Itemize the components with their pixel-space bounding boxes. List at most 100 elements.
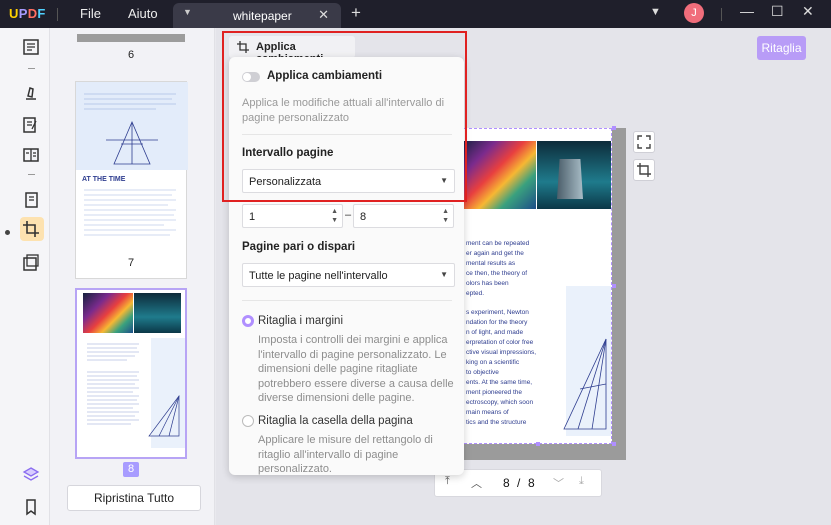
prism-object (557, 159, 583, 199)
page-text-line: ment can be repeated (466, 240, 530, 247)
tab-dropdown-icon[interactable]: ▼ (183, 7, 192, 17)
avatar[interactable]: J (684, 3, 704, 23)
stepper-icon[interactable]: ▲ ▼ (442, 207, 449, 225)
layers-icon[interactable] (22, 466, 40, 484)
first-page-icon[interactable]: ⤒ (445, 475, 450, 488)
page-text-line: main means of (466, 409, 509, 416)
pdf-page[interactable]: ment can be repeated er again and get th… (459, 128, 612, 444)
fit-crop-icon[interactable] (633, 131, 655, 153)
close-window-icon[interactable]: ✕ (802, 3, 814, 20)
prism-photo (460, 141, 536, 209)
page-text-line: to objective (466, 369, 499, 376)
bookmark-icon[interactable] (22, 498, 40, 516)
current-page[interactable]: 8 (503, 476, 510, 490)
page-text-line: ce then, the theory of (466, 270, 528, 277)
crop-handle[interactable] (612, 126, 616, 130)
parity-value: Tutte le pagine nell'intervallo (249, 270, 388, 282)
menu-file[interactable]: File (80, 6, 101, 21)
page-number-6: 6 (127, 49, 135, 61)
page-number-7: 7 (127, 257, 135, 269)
to-page-input[interactable]: 8 ▲ ▼ (353, 204, 454, 228)
titlebar-divider (721, 8, 722, 21)
crop-handle[interactable] (612, 442, 616, 446)
total-pages: 8 (528, 476, 535, 490)
parity-select[interactable]: Tutte le pagine nell'intervallo ▼ (242, 263, 455, 287)
crop-margins-description: Imposta i controlli dei margini e applic… (258, 334, 454, 404)
page-text-line: mental results as (466, 260, 516, 267)
active-indicator-dot (5, 230, 10, 235)
chevron-down-icon[interactable]: ▼ (650, 6, 661, 18)
apply-changes-toggle[interactable] (242, 72, 260, 82)
form-icon[interactable] (22, 146, 40, 164)
page-text-line: tics and the structure (466, 419, 527, 426)
crop-handle[interactable] (612, 284, 616, 288)
page-text-line: ectroscopy, which soon (466, 399, 534, 406)
range-separator: – (345, 209, 352, 221)
crop-icon (237, 41, 249, 53)
minimize-icon[interactable]: — (740, 3, 754, 19)
crop-page-box-description: Applicare le misure del rettangolo di ri… (258, 434, 433, 475)
page-7-heading: AT THE TIME (82, 176, 126, 183)
prism-image (83, 293, 133, 333)
stepper-icon[interactable]: ▲ ▼ (331, 207, 338, 225)
page-text-line: olors has been (466, 280, 509, 287)
from-page-value: 1 (249, 211, 256, 223)
dropdown-arrow-icon: ▼ (440, 176, 448, 185)
page-8-thumbnail[interactable] (75, 288, 187, 459)
title-bar: UPDF File Aiuto ▼ whitepaper ✕ + ▼ J — ☐… (0, 0, 831, 28)
page-6-thumbnail[interactable] (77, 34, 185, 42)
updf-logo: UPDF (9, 6, 46, 21)
page-text-line: epted. (466, 290, 485, 297)
page-text-line: ctive visual impressions, (466, 349, 537, 356)
triangle-diagram (563, 338, 607, 430)
reader-icon[interactable] (22, 38, 40, 56)
divider (242, 134, 452, 135)
highlighter-icon[interactable] (22, 84, 40, 102)
page-range-select[interactable]: Personalizzata ▼ (242, 169, 455, 193)
close-tab-icon[interactable]: ✕ (318, 7, 329, 23)
crop-tool-icon[interactable] (22, 220, 40, 238)
maximize-icon[interactable]: ☐ (771, 3, 784, 20)
to-page-value: 8 (360, 211, 367, 223)
apply-changes-description: Applica le modifiche attuali all'interva… (242, 97, 445, 124)
page-number-8: 8 (123, 462, 139, 477)
crop-handle[interactable] (536, 442, 540, 446)
apply-changes-tab[interactable]: Applica cambiamenti (229, 36, 355, 65)
document-tab[interactable]: ▼ whitepaper ✕ (173, 3, 341, 28)
crop-margins-radio[interactable] (242, 315, 254, 327)
last-page-icon[interactable]: ⤓ (579, 475, 584, 488)
menu-help[interactable]: Aiuto (128, 6, 158, 21)
apply-changes-title: Applica cambiamenti (267, 70, 383, 82)
new-tab-icon[interactable]: + (351, 3, 361, 23)
left-tool-rail (0, 28, 50, 525)
page-text-line: erpretation of color free (466, 339, 534, 346)
crop-page-box-label[interactable]: Ritaglia la casella della pagina (258, 415, 413, 427)
tab-title: whitepaper (233, 9, 292, 23)
compress-icon[interactable] (22, 254, 40, 272)
rail-divider (28, 174, 35, 175)
crop-box-icon[interactable] (633, 159, 655, 181)
crop-button[interactable]: Ritaglia (757, 36, 806, 60)
next-page-icon[interactable]: ﹀ (553, 475, 564, 491)
page-text-line: ndation for the theory (466, 319, 528, 326)
crop-page-box-radio[interactable] (242, 415, 254, 427)
reset-all-button[interactable]: Ripristina Tutto (67, 485, 201, 511)
dropdown-arrow-icon: ▼ (440, 270, 448, 279)
page-text-line: king on a scientific (466, 359, 520, 366)
divider (242, 300, 452, 301)
parity-title: Pagine pari o dispari (242, 241, 356, 253)
organize-pages-icon[interactable] (22, 191, 40, 209)
rail-divider (28, 68, 35, 69)
page-text-line: er again and get the (466, 250, 524, 257)
titlebar-divider (57, 8, 58, 21)
page-text-line: s experiment, Newton (466, 309, 529, 316)
page-range-title: Intervallo pagine (242, 147, 334, 159)
crystal-image (134, 293, 181, 333)
previous-page-icon[interactable]: ︿ (471, 475, 482, 491)
edit-pdf-icon[interactable] (22, 116, 40, 134)
from-page-input[interactable]: 1 ▲ ▼ (242, 204, 343, 228)
crop-margins-label[interactable]: Ritaglia i margini (258, 315, 343, 327)
apply-changes-panel: Applica cambiamenti Applica le modifiche… (229, 57, 464, 475)
page-7-thumbnail[interactable]: AT THE TIME (75, 81, 188, 279)
page-text-line: ents. At the same time, (466, 379, 533, 386)
